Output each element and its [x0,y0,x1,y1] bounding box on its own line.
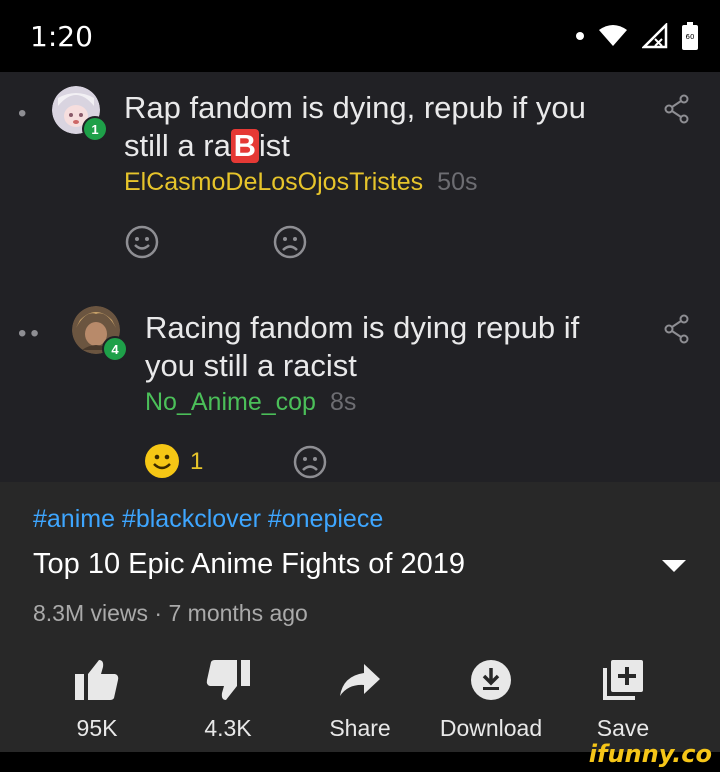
add-to-playlist-icon [603,660,643,700]
wifi-icon [599,25,627,46]
comment-time: 50s [437,168,478,196]
comment-text-part: Rap fandom is dying, repub if you still … [124,90,586,163]
chevron-down-icon[interactable] [660,558,688,574]
download-icon [471,660,511,700]
like-count-label: 95K [76,715,118,741]
battery-level: 60 [686,33,695,41]
video-title[interactable]: Top 10 Epic Anime Fights of 2019 [33,548,465,581]
comment-username[interactable]: ElCasmoDeLosOjosTristes [124,168,423,196]
comment-text: Rap fandom is dying, repub if you still … [124,89,604,165]
b-button-emoji: B [230,129,259,163]
dislike-button[interactable]: 4.3K [173,655,283,742]
level-badge: 4 [102,336,128,362]
dislike-count-label: 4.3K [204,715,252,741]
download-button[interactable]: Download [436,655,546,742]
share-arrow-icon [340,664,380,696]
like-count: 1 [190,448,204,475]
frown-react-icon[interactable] [292,444,328,480]
comment-time: 8s [329,388,357,416]
thumbs-down-icon [206,660,250,700]
save-label: Save [596,715,650,741]
comments-area[interactable]: • 1 Rap fandom is dying, repub if you st… [0,72,720,482]
video-hashtags[interactable]: #anime #blackclover #onepiece [33,505,383,534]
comment-meta: No_Anime_cop 8s [145,388,356,417]
battery-icon: 60 [682,22,698,50]
share-button[interactable]: Share [305,655,415,742]
notification-dot-icon [576,32,584,40]
save-button[interactable]: Save [568,655,678,742]
like-button[interactable]: 95K [42,655,152,742]
comment-meta: ElCasmoDeLosOjosTristes 50s [124,168,477,197]
comment-text-part: ist [258,128,290,163]
status-time: 1:20 [30,20,93,53]
video-views-meta: 8.3M views · 7 months ago [33,600,308,626]
smile-react-icon-active[interactable] [143,442,181,480]
level-badge: 1 [82,116,108,142]
smile-react-icon[interactable] [124,224,160,260]
share-icon[interactable] [664,314,690,344]
thread-indent-icon: • [18,100,31,127]
comment-text: Racing fandom is dying repub if you stil… [145,310,580,383]
thread-indent-icon: •• [18,320,43,347]
status-icons: 60 [576,18,698,54]
cell-signal-icon [642,23,668,49]
share-label: Share [329,715,391,741]
watermark: ifunny.co [588,740,712,768]
download-label: Download [439,715,543,741]
thumbs-up-icon [75,660,119,700]
comment-username[interactable]: No_Anime_cop [145,388,316,416]
status-bar: 1:20 60 [0,0,720,72]
frown-react-icon[interactable] [272,224,308,260]
share-icon[interactable] [664,94,690,124]
